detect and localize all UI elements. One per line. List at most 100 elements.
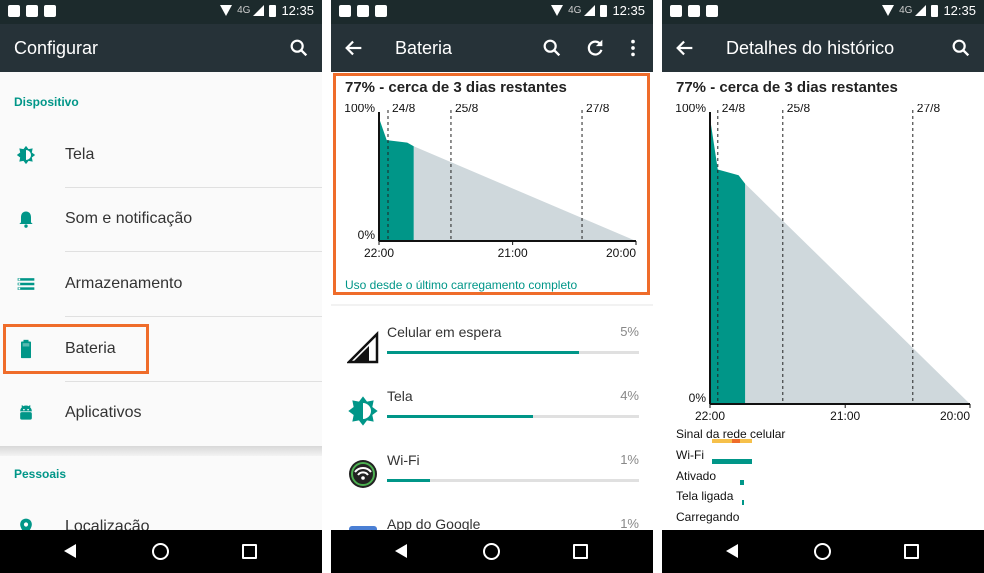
clock: 12:35	[612, 3, 645, 18]
search-icon[interactable]	[288, 37, 310, 59]
settings-item-storage[interactable]: Armazenamento	[0, 252, 322, 316]
app-percent: 5%	[620, 324, 639, 339]
app-usage-row[interactable]: Tela 4%	[331, 380, 653, 444]
app-toolbar: Configurar	[0, 24, 322, 72]
legend-wifi: Wi-Fi	[676, 448, 704, 462]
app-usage-row[interactable]: Wi-Fi 1%	[331, 444, 653, 508]
battery-status-icon	[931, 4, 939, 17]
back-arrow-icon[interactable]	[343, 37, 365, 59]
cell-signal-status-icon	[584, 5, 596, 16]
network-type: 4G	[237, 5, 251, 16]
video-notification-icon	[26, 5, 38, 17]
settings-item-label: Aplicativos	[65, 404, 142, 421]
back-nav-icon[interactable]	[395, 544, 407, 558]
app-percent: 4%	[620, 388, 639, 403]
usage-bar-fill	[387, 351, 579, 354]
search-icon[interactable]	[950, 37, 972, 59]
wifi-status-icon	[220, 5, 233, 16]
usage-bar-fill	[387, 479, 430, 482]
wifi-status-icon	[551, 5, 564, 16]
y-tick-label: 0%	[689, 391, 707, 405]
x-tick-label: 20:00	[940, 409, 970, 423]
section-header-personal: Pessoais	[14, 467, 67, 481]
legend-screen-on: Tela ligada	[676, 489, 734, 503]
app-percent: 1%	[620, 516, 639, 531]
settings-item-apps[interactable]: Aplicativos	[0, 381, 322, 445]
settings-item-label: Armazenamento	[65, 275, 183, 292]
wifi-status-icon	[882, 5, 895, 16]
navigation-bar	[0, 530, 322, 573]
app-name: Wi-Fi	[387, 452, 420, 468]
usage-bar-track	[387, 415, 639, 418]
highlight-box	[3, 324, 149, 374]
image-notification-icon	[339, 5, 351, 17]
date-marker-label: 24/8	[722, 104, 746, 115]
usage-bar-fill	[387, 415, 534, 418]
facebook-notification-icon	[375, 5, 387, 17]
image-notification-icon	[8, 5, 20, 17]
projection-area	[745, 183, 970, 404]
home-nav-icon[interactable]	[152, 543, 169, 560]
battery-screen: 4G 12:35 Bateria 77% - cerca de 3 dias r…	[331, 0, 653, 573]
app-usage-row[interactable]: Celular em espera 5%	[331, 316, 653, 380]
app-usage-list: Celular em espera 5% Tela 4% Wi-Fi 1% g …	[331, 306, 653, 552]
date-marker-label: 25/8	[787, 104, 811, 115]
search-icon[interactable]	[541, 37, 563, 59]
page-title: Configurar	[14, 38, 99, 58]
app-toolbar: Detalhes do histórico	[662, 24, 984, 72]
usage-bar-track	[387, 479, 639, 482]
app-toolbar: Bateria	[331, 24, 653, 72]
battery-history-detail-chart[interactable]: 24/8 25/8 27/8 100% 0% 22:00 21:00 20:00	[670, 104, 982, 426]
status-bar: 4G 12:35	[0, 0, 322, 24]
navigation-bar	[662, 530, 984, 573]
wifi-icon	[349, 460, 377, 488]
network-type: 4G	[568, 5, 582, 16]
facebook-notification-icon	[706, 5, 718, 17]
battery-status-icon	[600, 4, 608, 17]
app-percent: 1%	[620, 452, 639, 467]
settings-item-label: Som e notificação	[65, 210, 193, 227]
battery-summary-text: 77% - cerca de 3 dias restantes	[676, 79, 898, 96]
settings-item-tela[interactable]: Tela	[0, 123, 322, 187]
video-notification-icon	[688, 5, 700, 17]
navigation-bar	[331, 530, 653, 573]
history-area	[710, 118, 746, 404]
section-header-device: Dispositivo	[14, 95, 79, 109]
app-name: Celular em espera	[387, 324, 502, 340]
brightness-icon	[16, 145, 36, 165]
clock: 12:35	[281, 3, 314, 18]
image-notification-icon	[670, 5, 682, 17]
x-tick-label: 22:00	[695, 409, 725, 423]
brightness-icon	[348, 396, 378, 426]
date-marker-label: 27/8	[917, 104, 941, 115]
android-icon	[20, 405, 32, 420]
wifi-bar	[712, 459, 752, 464]
home-nav-icon[interactable]	[483, 543, 500, 560]
storage-icon	[17, 278, 35, 290]
settings-item-sound[interactable]: Som e notificação	[0, 187, 322, 251]
home-nav-icon[interactable]	[814, 543, 831, 560]
cell-signal-icon	[347, 330, 379, 364]
recent-apps-icon[interactable]	[904, 544, 919, 559]
battery-status-icon	[269, 4, 277, 17]
y-tick-label: 100%	[675, 104, 706, 115]
x-tick-label: 21:00	[830, 409, 860, 423]
page-title: Detalhes do histórico	[726, 38, 895, 58]
facebook-notification-icon	[44, 5, 56, 17]
back-nav-icon[interactable]	[726, 544, 738, 558]
more-options-icon[interactable]	[622, 37, 644, 59]
legend-charging: Carregando	[676, 510, 740, 524]
recent-apps-icon[interactable]	[573, 544, 588, 559]
bell-icon	[19, 211, 33, 228]
page-title: Bateria	[395, 38, 453, 58]
status-bar: 4G 12:35	[662, 0, 984, 24]
status-bar: 4G 12:35	[331, 0, 653, 24]
screen-on-bar	[742, 500, 744, 505]
back-arrow-icon[interactable]	[674, 37, 696, 59]
refresh-icon[interactable]	[584, 37, 606, 59]
history-details-screen: 4G 12:35 Detalhes do histórico 77% - cer…	[662, 0, 984, 573]
back-nav-icon[interactable]	[64, 544, 76, 558]
settings-item-label: Tela	[65, 146, 95, 163]
recent-apps-icon[interactable]	[242, 544, 257, 559]
settings-screen: 4G 12:35 Configurar Dispositivo Tela Som…	[0, 0, 322, 573]
